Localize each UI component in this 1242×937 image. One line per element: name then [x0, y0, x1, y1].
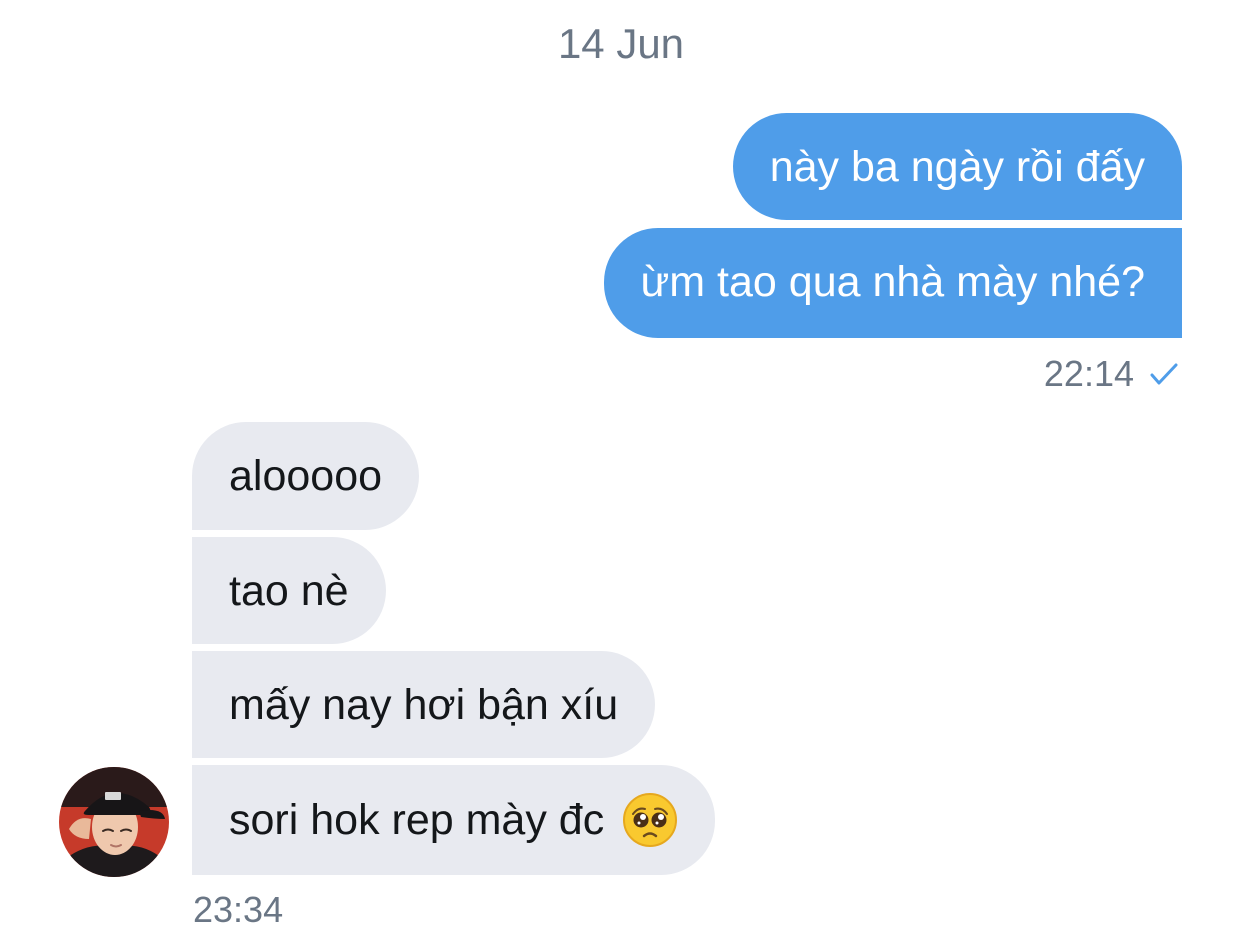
pleading-face-emoji [622, 792, 678, 848]
incoming-message-bubble[interactable]: alooooo [192, 422, 420, 530]
outgoing-message-bubble[interactable]: này ba ngày rồi đấy [732, 113, 1182, 220]
message-text: sori hok rep mày đc [229, 796, 605, 844]
outgoing-message-bubble[interactable]: ừm tao qua nhà mày nhé? [603, 228, 1182, 338]
checkmark-icon [1146, 356, 1182, 392]
incoming-message-bubble[interactable]: sori hok rep mày đc [192, 765, 716, 875]
incoming-message-time: 23:34 [193, 889, 284, 930]
message-time: 22:14 [1043, 353, 1134, 394]
incoming-message-bubble[interactable]: tao nè [192, 537, 386, 644]
incoming-message-bubble[interactable]: mấy nay hơi bận xíu [192, 651, 656, 758]
outgoing-message-meta: 22:14 [1044, 354, 1182, 394]
date-header: 14 Jun [557, 20, 685, 67]
contact-avatar[interactable] [59, 767, 169, 877]
